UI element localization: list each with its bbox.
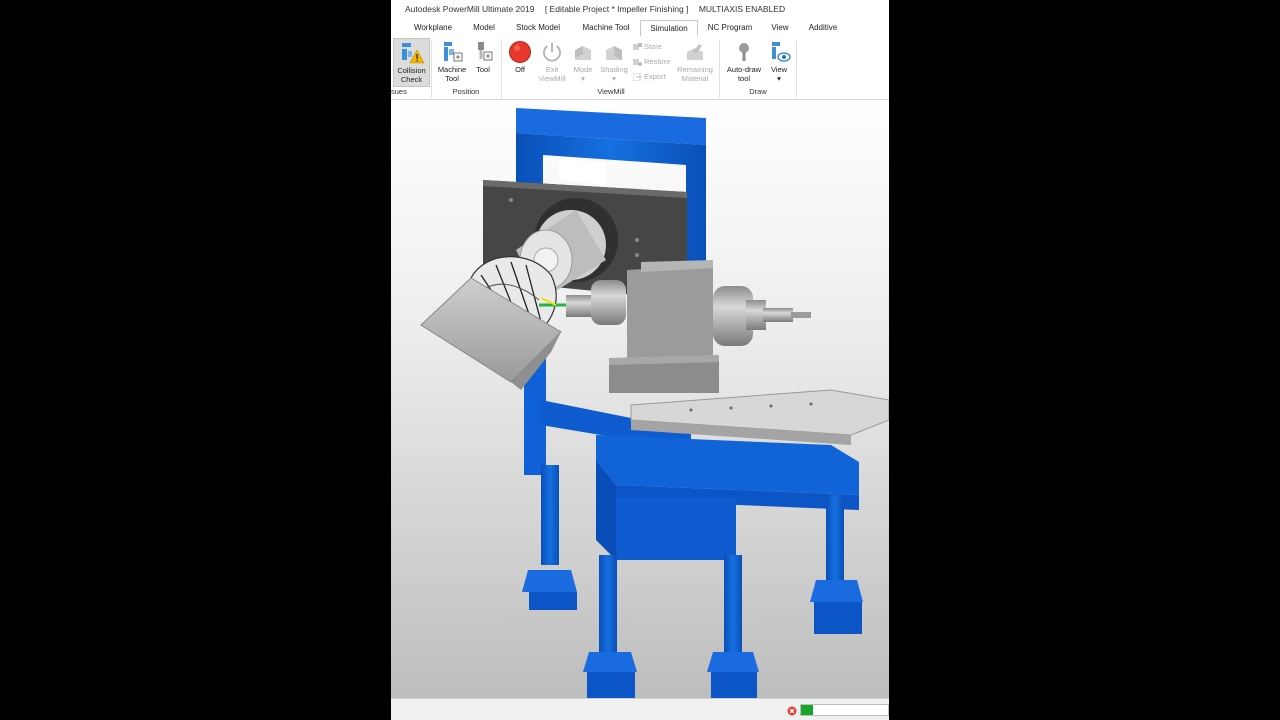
title-bar: Autodesk PowerMill Ultimate 2019 [ Edita…: [391, 0, 889, 18]
tab-nc-program[interactable]: NC Program: [703, 20, 757, 35]
remaining-material-icon: [687, 44, 703, 60]
draw-view-arrow: ▾: [777, 73, 781, 83]
exit-viewmill-button[interactable]: Exit ViewMill: [535, 38, 569, 83]
mode-dropdown[interactable]: Mode ▾: [569, 38, 597, 83]
store-label: Store: [644, 42, 662, 51]
store-icon: [633, 43, 642, 51]
export-button[interactable]: Export: [633, 72, 666, 82]
tool-icon: [478, 42, 493, 61]
group-separator: [501, 40, 502, 98]
ribbon-tabs: Workplane Model Stock Model Machine Tool…: [391, 18, 889, 38]
shading-dropdown[interactable]: Shading ▾: [597, 38, 631, 83]
status-bar: [391, 698, 889, 720]
issues-group-label: sues: [391, 87, 407, 96]
tool-label: Tool: [476, 65, 490, 74]
auto-draw-tool-label-2: tool: [737, 73, 751, 83]
machine-base: [596, 435, 859, 560]
restore-icon: [633, 59, 642, 67]
remaining-material-label-2: Material: [681, 73, 709, 83]
tab-workplane[interactable]: Workplane: [405, 20, 461, 35]
draw-view-dropdown[interactable]: View ▾: [765, 38, 793, 83]
viewmill-off-button[interactable]: Off: [505, 38, 535, 75]
graphics-viewport[interactable]: [391, 100, 889, 698]
tab-stock-model[interactable]: Stock Model: [509, 20, 567, 35]
machine-tool-icon: [444, 42, 463, 62]
auto-draw-tool-icon: [739, 43, 749, 61]
group-separator: [719, 40, 720, 98]
store-button[interactable]: Store: [633, 42, 662, 52]
cancel-icon[interactable]: [787, 706, 797, 716]
viewmill-off-label: Off: [515, 65, 525, 74]
tab-view[interactable]: View: [763, 20, 797, 35]
app-title: Autodesk PowerMill Ultimate 2019: [405, 4, 535, 14]
mode-dropdown-arrow: ▾: [581, 73, 585, 83]
collision-check-label-2: Check: [400, 74, 423, 84]
progress-bar: [800, 704, 889, 716]
multiaxis-status: MULTIAXIS ENABLED: [698, 4, 786, 14]
draw-group-label: Draw: [749, 87, 767, 96]
group-separator: [796, 40, 797, 98]
machine-tool-button[interactable]: Machine Tool: [435, 38, 469, 83]
export-label: Export: [644, 72, 666, 81]
tab-machine-tool[interactable]: Machine Tool: [573, 20, 639, 35]
tab-model[interactable]: Model: [463, 20, 505, 35]
progress-fill: [801, 705, 813, 715]
machine-tool-scene: [420, 108, 889, 698]
position-group-label: Position: [452, 87, 480, 96]
machine-tool-label-2: Tool: [445, 73, 459, 83]
restore-button[interactable]: Restore: [633, 57, 670, 67]
auto-draw-tool-button[interactable]: Auto-draw tool: [723, 38, 765, 83]
powermill-window: Autodesk PowerMill Ultimate 2019 [ Edita…: [391, 0, 889, 720]
collision-check-button[interactable]: Collision Check: [393, 38, 430, 87]
exit-viewmill-label-2: ViewMill: [538, 73, 566, 83]
tab-additive[interactable]: Additive: [801, 20, 845, 35]
power-icon: [543, 43, 561, 62]
shading-dropdown-arrow: ▾: [612, 73, 616, 83]
remaining-material-button[interactable]: Remaining Material: [673, 38, 717, 83]
restore-label: Restore: [644, 57, 671, 66]
shading-icon: [606, 46, 622, 60]
view-eye-icon: [772, 42, 791, 62]
viewmill-group-label: ViewMill: [597, 87, 625, 96]
viewmill-off-icon: [509, 41, 531, 63]
ribbon-panel: Collision Check sues Machine Tool Tool P…: [391, 36, 889, 100]
group-separator: [431, 40, 432, 98]
mode-icon: [575, 46, 591, 60]
tool-position-button[interactable]: Tool: [471, 38, 495, 75]
export-icon: [633, 73, 642, 82]
project-title: [ Editable Project * Impeller Finishing …: [544, 4, 689, 14]
collision-check-icon: [401, 43, 425, 64]
